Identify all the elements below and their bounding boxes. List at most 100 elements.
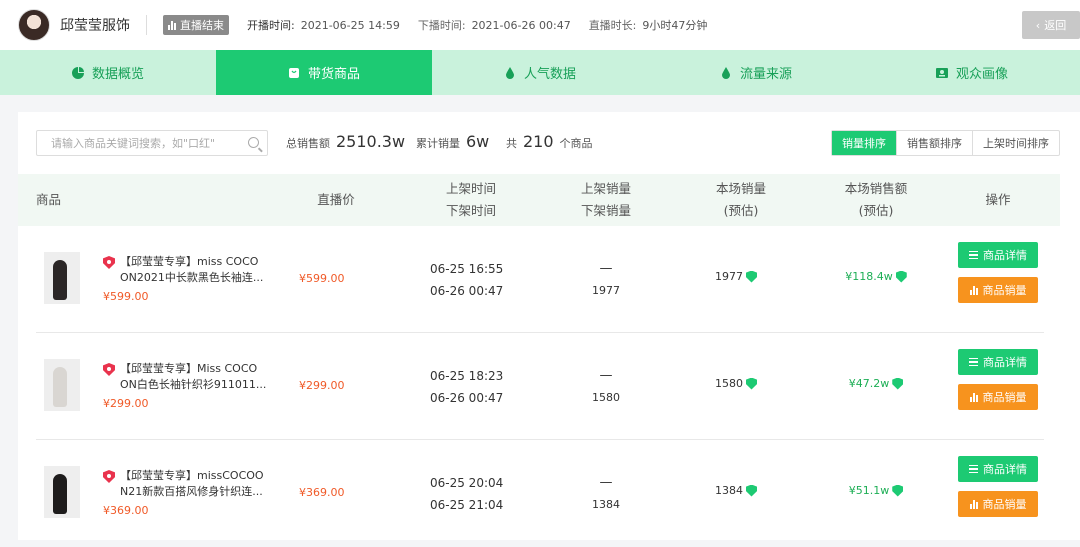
header-product: 商品: [36, 174, 61, 226]
product-thumbnail[interactable]: [44, 252, 80, 304]
products-panel: 请输入商品关键词搜索，如"口红" 总销售额 2510.3w 累计销量 6w 共 …: [18, 112, 1080, 540]
listing-times: 06-25 20:04 06-25 21:04: [430, 472, 503, 516]
header-session-sales-label: 本场销量: [715, 181, 766, 196]
verified-icon: [746, 377, 757, 390]
product-price: ¥299.00: [103, 397, 149, 410]
tab-traffic[interactable]: 流量来源: [648, 50, 864, 95]
product-detail-button[interactable]: 商品详情: [958, 349, 1038, 375]
pie-icon: [71, 66, 84, 79]
session-amount: ¥51.1w: [836, 484, 916, 497]
bar-chart-icon: [969, 499, 978, 509]
header-live-price[interactable]: 直播价: [308, 174, 364, 226]
verified-icon: [746, 270, 757, 283]
product-name[interactable]: 【邱莹莹专享】Miss COCO ON白色长袖针织衫911011...: [120, 361, 280, 393]
header-session-amount-sub: (预估): [858, 203, 894, 218]
listing-sales: — 1977: [576, 258, 636, 302]
count-value: 210: [523, 132, 554, 151]
product-name[interactable]: 【邱莹莹专享】miss COCO ON2021中长款黑色长袖连...: [120, 254, 280, 286]
product-sales-button[interactable]: 商品销量: [958, 491, 1038, 517]
tab-products[interactable]: 带货商品: [216, 50, 432, 95]
listed-time: 06-25 20:04: [430, 476, 504, 490]
tab-label: 带货商品: [307, 67, 360, 82]
live-status-label: 直播结束: [180, 19, 224, 32]
listing-sales: — 1580: [576, 365, 636, 409]
session-sales-value: 1580: [715, 377, 743, 390]
bag-icon: [288, 67, 299, 78]
header-session-amount[interactable]: 本场销售额 (预估): [836, 174, 916, 226]
tab-overview[interactable]: 数据概览: [0, 50, 216, 95]
total-volume-value: 6w: [466, 132, 490, 151]
list-icon: [969, 357, 978, 367]
detail-button-label: 商品详情: [983, 356, 1027, 369]
sort-by-volume[interactable]: 销量排序: [832, 131, 896, 155]
product-thumbnail[interactable]: [44, 359, 80, 411]
delisted-time: 06-25 21:04: [430, 498, 504, 512]
product-thumbnail[interactable]: [44, 466, 80, 518]
product-name-line2: ON2021中长款黑色长袖连...: [120, 271, 264, 284]
session-amount-value: ¥118.4w: [845, 270, 893, 283]
product-sales-button[interactable]: 商品销量: [958, 277, 1038, 303]
header-session-amount-label: 本场销售额: [844, 181, 908, 196]
listed-time: 06-25 18:23: [430, 369, 504, 383]
bar-chart-icon: [969, 392, 978, 402]
header-sales-at-listing[interactable]: 上架销量 下架销量: [566, 174, 646, 226]
listed-sales: —: [599, 261, 613, 276]
listing-times: 06-25 16:55 06-26 00:47: [430, 258, 503, 302]
drop-icon: [505, 66, 514, 79]
header-delisted-time: 下架时间: [445, 203, 496, 218]
verified-icon: [895, 270, 907, 283]
delisted-sales: 1977: [592, 284, 620, 297]
avatar[interactable]: [18, 9, 50, 41]
count-suffix: 个商品: [559, 137, 593, 150]
product-figure: [53, 367, 67, 407]
session-sales: 1580: [696, 377, 776, 390]
session-sales-value: 1977: [715, 270, 743, 283]
product-name[interactable]: 【邱莹莹专享】missCOCOO N21新款百搭风修身针织连...: [120, 468, 280, 500]
exclusive-badge-icon: [103, 470, 115, 483]
header-listed-sales: 上架销量: [580, 181, 631, 196]
product-price: ¥369.00: [103, 504, 149, 517]
total-sales-value: 2510.3w: [336, 132, 406, 151]
session-sales: 1384: [696, 484, 776, 497]
header-session-sales[interactable]: 本场销量 (预估): [701, 174, 781, 226]
start-time-label: 开播时间:: [247, 19, 295, 32]
session-sales: 1977: [696, 270, 776, 283]
sort-by-amount[interactable]: 销售额排序: [896, 131, 972, 155]
header-session-sales-sub: (预估): [723, 203, 759, 218]
header-product-label: 商品: [36, 192, 62, 207]
total-volume: 累计销量 6w: [416, 132, 489, 151]
product-figure: [53, 474, 67, 514]
tab-audience[interactable]: 观众画像: [864, 50, 1080, 95]
verified-icon: [746, 484, 757, 497]
divider: [146, 15, 147, 35]
search-input[interactable]: 请输入商品关键词搜索，如"口红": [36, 130, 268, 156]
listing-times: 06-25 18:23 06-26 00:47: [430, 365, 503, 409]
end-time: 下播时间: 2021-06-26 00:47: [418, 17, 571, 33]
exclusive-badge-icon: [103, 256, 115, 269]
product-price: ¥599.00: [103, 290, 149, 303]
listed-sales: —: [599, 368, 613, 383]
session-amount: ¥47.2w: [836, 377, 916, 390]
delisted-time: 06-26 00:47: [430, 391, 504, 405]
listed-sales: —: [599, 475, 613, 490]
table-row: 【邱莹莹专享】Miss COCO ON白色长袖针织衫911011... ¥299…: [36, 333, 1044, 440]
start-time: 开播时间: 2021-06-25 14:59: [247, 17, 400, 33]
header-times[interactable]: 上架时间 下架时间: [431, 174, 511, 226]
product-sales-button[interactable]: 商品销量: [958, 384, 1038, 410]
sort-by-listed-time[interactable]: 上架时间排序: [972, 131, 1059, 155]
product-detail-button[interactable]: 商品详情: [958, 242, 1038, 268]
back-button[interactable]: ‹ 返回: [1022, 11, 1080, 39]
sales-button-label: 商品销量: [982, 284, 1027, 297]
tab-label: 观众画像: [955, 67, 1008, 82]
exclusive-badge-icon: [103, 363, 115, 376]
tab-popularity[interactable]: 人气数据: [432, 50, 648, 95]
table-header: 商品 直播价 上架时间 下架时间 上架销量 下架销量 本场销量 (预估) 本场销…: [18, 174, 1060, 226]
sales-button-label: 商品销量: [982, 498, 1027, 511]
live-price: ¥299.00: [299, 379, 345, 392]
tab-bar: 数据概览 带货商品 人气数据 流量来源 观众画像: [0, 50, 1080, 95]
shop-name: 邱莹莹服饰: [60, 18, 130, 34]
product-detail-button[interactable]: 商品详情: [958, 456, 1038, 482]
duration-label: 直播时长:: [588, 19, 637, 32]
product-name-line2: N21新款百搭风修身针织连...: [120, 485, 263, 498]
search-icon[interactable]: [248, 137, 259, 148]
